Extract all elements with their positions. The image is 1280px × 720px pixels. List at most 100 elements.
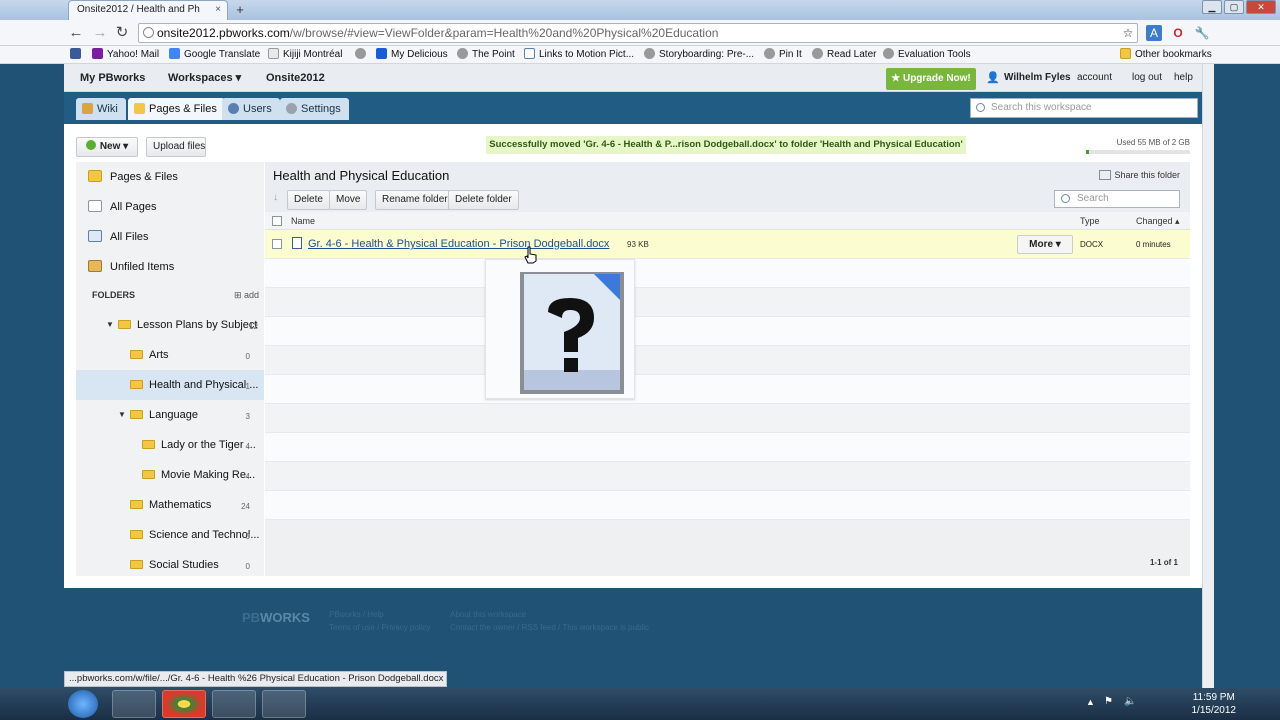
folder-arts[interactable]: Arts 0 (130, 340, 250, 370)
bookmark-translate[interactable]: Google Translate (169, 48, 260, 62)
taskbar-explorer-icon[interactable] (112, 690, 156, 718)
folder-movie-making[interactable]: Movie Making Re... 4 (142, 460, 255, 490)
my-pbworks-link[interactable]: My PBworks (80, 64, 145, 92)
folder-language[interactable]: ▼ Language 3 (118, 400, 250, 430)
workspace-name[interactable]: Onsite2012 (266, 64, 325, 92)
taskbar-chrome-icon[interactable] (162, 690, 206, 718)
storage-usage: Used 55 MB of 2 GB (1116, 138, 1190, 147)
table-row (265, 375, 1190, 404)
column-type[interactable]: Type (1080, 212, 1100, 230)
workspaces-menu[interactable]: Workspaces ▾ (168, 64, 241, 92)
folder-lesson-plans[interactable]: ▼ Lesson Plans by Subject 12 (106, 310, 258, 340)
bookmark-read-later[interactable]: Read Later (812, 48, 876, 62)
table-row[interactable]: Gr. 4-6 - Health & Physical Education - … (265, 230, 1190, 259)
file-link[interactable]: Gr. 4-6 - Health & Physical Education - … (308, 238, 609, 250)
tab-pages-files[interactable]: Pages & Files (128, 98, 225, 120)
tab-users[interactable]: Users (222, 98, 280, 120)
wrench-icon[interactable]: 🔧 (1194, 25, 1210, 41)
share-folder-link[interactable]: Share this folder (1099, 170, 1180, 180)
account-link[interactable]: account (1077, 64, 1112, 92)
expanded-arrow-icon[interactable]: ▼ (106, 310, 114, 340)
user-name[interactable]: Wilhelm Fyles (1004, 64, 1071, 92)
expanded-arrow-icon[interactable]: ▼ (118, 400, 126, 430)
folder-science-technology[interactable]: Science and Technol... 0 (130, 520, 259, 550)
add-folder-link[interactable]: ⊞ add (234, 290, 259, 301)
bookmark-evaluation-tools[interactable]: Evaluation Tools (883, 48, 971, 62)
workspace-search-input[interactable]: Search this workspace (970, 98, 1198, 118)
folder-view: Health and Physical Education Share this… (265, 162, 1190, 576)
address-bar[interactable]: onsite2012.pbworks.com/w/browse/#view=Vi… (138, 23, 1138, 43)
delete-button[interactable]: Delete (287, 190, 330, 210)
upload-files-button[interactable]: Upload files (146, 137, 206, 157)
taskbar-app-icon[interactable] (262, 690, 306, 718)
tab-wiki[interactable]: Wiki (76, 98, 126, 120)
sidebar-item-unfiled[interactable]: Unfiled Items (76, 252, 264, 282)
rename-folder-button[interactable]: Rename folder (375, 190, 455, 210)
star-icon[interactable]: ☆ (1120, 25, 1136, 41)
tab-settings[interactable]: Settings (280, 98, 349, 120)
new-button[interactable]: New ▾ (76, 137, 138, 157)
back-icon[interactable]: ← (66, 24, 86, 42)
forward-icon[interactable]: → (90, 24, 110, 42)
logout-link[interactable]: log out (1132, 64, 1162, 92)
footer-help-links[interactable]: PBworks / Help (329, 610, 384, 619)
upgrade-button[interactable]: ★ Upgrade Now! (886, 68, 976, 90)
workspace-topbar: My PBworks Workspaces ▾ Onsite2012 ★ Upg… (64, 64, 1202, 92)
reload-icon[interactable]: ↻ (112, 24, 132, 42)
footer-about-links[interactable]: Contact the owner / RSS feed / This work… (450, 623, 649, 632)
unknown-file-icon (520, 272, 624, 394)
tray-volume-icon[interactable]: 🔈 (1124, 696, 1136, 707)
other-bookmarks[interactable]: Other bookmarks (1120, 48, 1212, 62)
bookmark-yahoo[interactable]: Yahoo! Mail (92, 48, 159, 62)
column-name[interactable]: Name (291, 212, 315, 230)
maximize-icon[interactable]: ▢ (1224, 0, 1244, 14)
bookmark-storyboarding[interactable]: Storyboarding: Pre-... (644, 48, 754, 62)
new-tab-button[interactable]: + (232, 3, 248, 17)
folder-icon (130, 350, 143, 359)
folder-health-physical-selected[interactable]: Health and Physical ... 1 (76, 370, 264, 400)
folder-mathematics[interactable]: Mathematics 24 (130, 490, 250, 520)
tab-close-icon[interactable]: × (215, 1, 221, 19)
folder-icon (142, 440, 155, 449)
tray-flag-icon[interactable]: ⚑ (1104, 696, 1113, 707)
row-checkbox[interactable] (272, 239, 282, 249)
url-host: onsite2012.pbworks.com (157, 26, 290, 40)
browser-tab[interactable]: Onsite2012 / Health and Ph × (68, 0, 228, 20)
file-changed: 0 minutes (1136, 240, 1171, 249)
bookmark-pin-it[interactable]: Pin It (764, 48, 802, 62)
inbox-icon (88, 260, 102, 272)
tray-arrow-icon[interactable]: ▲ (1086, 697, 1095, 707)
folder-icon (118, 320, 131, 329)
file-type: DOCX (1080, 240, 1104, 249)
move-button[interactable]: Move (329, 190, 368, 210)
bookmark-the-point[interactable]: The Point (457, 48, 515, 62)
taskbar-folder-icon[interactable] (212, 690, 256, 718)
sidebar-item-pages-files[interactable]: Pages & Files (76, 162, 264, 192)
sidebar-item-all-files[interactable]: All Files (76, 222, 264, 252)
globe-icon[interactable] (355, 48, 370, 62)
start-button-icon[interactable] (68, 690, 98, 718)
minimize-icon[interactable]: ▁ (1202, 0, 1222, 14)
windows-taskbar: ▲ ⚑ 🔈 11:59 PM 1/15/2012 (0, 688, 1280, 720)
opera-icon[interactable]: O (1170, 25, 1186, 41)
delete-folder-button[interactable]: Delete folder (448, 190, 519, 210)
facebook-icon[interactable] (70, 48, 85, 62)
sidebar-item-all-pages[interactable]: All Pages (76, 192, 264, 222)
translate-icon[interactable]: A (1146, 25, 1162, 41)
select-all-checkbox[interactable] (272, 216, 282, 226)
bookmark-motion-pictures[interactable]: Links to Motion Pict... (524, 48, 634, 62)
bookmark-delicious[interactable]: My Delicious (376, 48, 448, 62)
more-button[interactable]: More ▾ (1017, 235, 1073, 254)
footer-terms-links[interactable]: Terms of use / Privacy policy (329, 623, 430, 632)
folder-lady-or-tiger[interactable]: Lady or the Tiger ... 4 (142, 430, 256, 460)
close-window-icon[interactable]: ✕ (1246, 0, 1276, 14)
folder-social-studies[interactable]: Social Studies 0 (130, 550, 250, 580)
column-changed[interactable]: Changed ▴ (1136, 212, 1180, 230)
help-link[interactable]: help (1174, 64, 1193, 92)
bookmark-kijiji[interactable]: Kijiji Montréal (268, 48, 342, 62)
footer-logo: PBWORKS (242, 610, 310, 625)
folder-search-input[interactable]: Search (1054, 190, 1180, 208)
page-scrollbar[interactable] (1202, 64, 1214, 688)
storage-usage-fill (1086, 150, 1090, 154)
system-clock[interactable]: 11:59 PM 1/15/2012 (1192, 691, 1237, 717)
